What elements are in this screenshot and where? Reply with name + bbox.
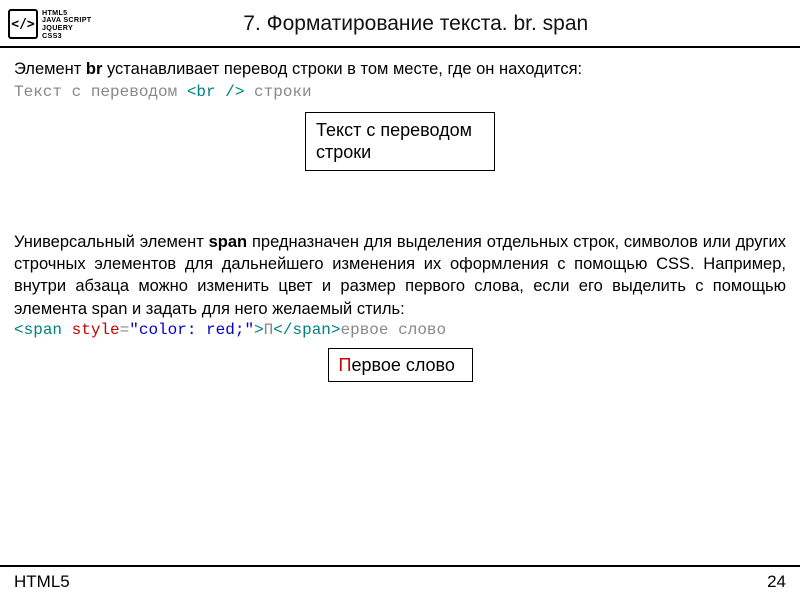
footer-left: HTML5 [14,572,70,592]
br-intro: Элемент br устанавливает перевод строки … [14,58,786,80]
page-title: 7. Форматирование текста. br. span [92,12,791,36]
bold-br: br [86,60,103,78]
demo-line: строки [316,142,371,162]
text: Элемент [14,60,86,78]
span-intro: Универсальный элемент span предназначен … [14,231,786,320]
code-tag: </span> [273,321,340,339]
text: устанавливает перевод строки в том месте… [102,60,582,78]
code-bracket: < [14,321,24,339]
main-content: Элемент br устанавливает перевод строки … [0,48,800,382]
code-text: ервое слово [341,321,447,339]
code-icon: </> [8,9,38,39]
code-bracket: > [254,321,264,339]
span-demo-box: Первое слово [328,348,473,382]
logo: </> HTML5 JAVA SCRIPT JQUERY CSS3 [8,9,92,39]
text: Универсальный элемент [14,233,209,251]
code-text: строки [244,83,311,101]
code-tag: <br /> [187,83,245,101]
demo-first-letter: П [339,355,352,375]
code-eq: = [120,321,130,339]
footer-bar: HTML5 24 [0,565,800,592]
demo-rest: ервое слово [351,355,455,375]
code-text: П [264,321,274,339]
code-value: "color: red;" [129,321,254,339]
code-text: Текст с переводом [14,83,187,101]
br-code-example: Текст с переводом <br /> строки [14,82,786,104]
code-attr: style [62,321,120,339]
page-number: 24 [767,572,786,592]
br-demo-box: Текст с переводом строки [305,112,495,171]
logo-line: CSS3 [42,32,92,40]
demo-line: Текст с переводом [316,120,472,140]
span-code-example: <span style="color: red;">П</span>ервое … [14,320,786,342]
logo-text: HTML5 JAVA SCRIPT JQUERY CSS3 [42,9,92,39]
code-tag: span [24,321,62,339]
header-bar: </> HTML5 JAVA SCRIPT JQUERY CSS3 7. Фор… [0,0,800,48]
bold-span: span [209,233,248,251]
